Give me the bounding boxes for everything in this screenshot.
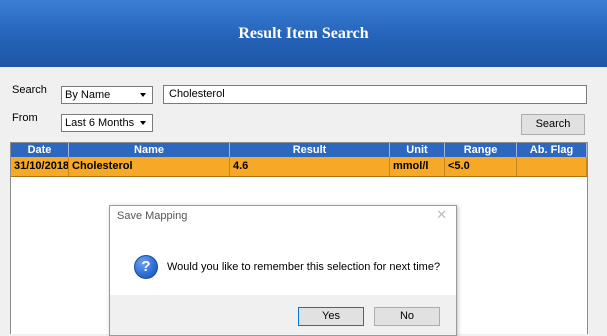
search-button[interactable]: Search xyxy=(521,114,585,135)
search-by-value: By Name xyxy=(65,89,111,101)
from-label: From xyxy=(12,112,38,124)
question-icon: ? xyxy=(134,255,158,279)
save-mapping-dialog: Save Mapping ✕ ? Would you like to remem… xyxy=(109,205,457,336)
table-header: Date Name Result Unit Range Ab. Flag xyxy=(11,143,587,157)
from-select[interactable]: Last 6 Months xyxy=(61,114,153,132)
dialog-title: Save Mapping xyxy=(117,210,188,222)
chevron-down-icon[interactable] xyxy=(138,91,149,100)
search-by-select[interactable]: By Name xyxy=(61,86,153,104)
cell-name: Cholesterol xyxy=(69,157,230,176)
column-header-date[interactable]: Date xyxy=(11,143,69,157)
column-header-ab-flag[interactable]: Ab. Flag xyxy=(517,143,587,157)
search-label: Search xyxy=(12,84,47,96)
page-title: Result Item Search xyxy=(238,24,369,42)
close-icon[interactable]: ✕ xyxy=(436,207,447,223)
cell-range: <5.0 xyxy=(445,157,517,176)
title-bar: Result Item Search xyxy=(0,0,607,67)
no-button[interactable]: No xyxy=(374,307,440,326)
cell-result: 4.6 xyxy=(230,157,390,176)
search-input-value: Cholesterol xyxy=(169,88,225,100)
cell-unit: mmol/l xyxy=(390,157,445,176)
cell-ab-flag xyxy=(517,157,587,176)
table-row[interactable]: 31/10/2018 Cholesterol 4.6 mmol/l <5.0 xyxy=(11,157,587,177)
column-header-result[interactable]: Result xyxy=(230,143,390,157)
dialog-footer: Yes No xyxy=(110,295,456,335)
cell-date: 31/10/2018 xyxy=(11,157,69,176)
dialog-message: Would you like to remember this selectio… xyxy=(167,261,441,273)
search-input[interactable]: Cholesterol xyxy=(163,85,587,104)
column-header-range[interactable]: Range xyxy=(445,143,517,157)
chevron-down-icon[interactable] xyxy=(138,119,149,128)
column-header-name[interactable]: Name xyxy=(69,143,230,157)
yes-button[interactable]: Yes xyxy=(298,307,364,326)
from-value: Last 6 Months xyxy=(65,117,135,129)
column-header-unit[interactable]: Unit xyxy=(390,143,445,157)
